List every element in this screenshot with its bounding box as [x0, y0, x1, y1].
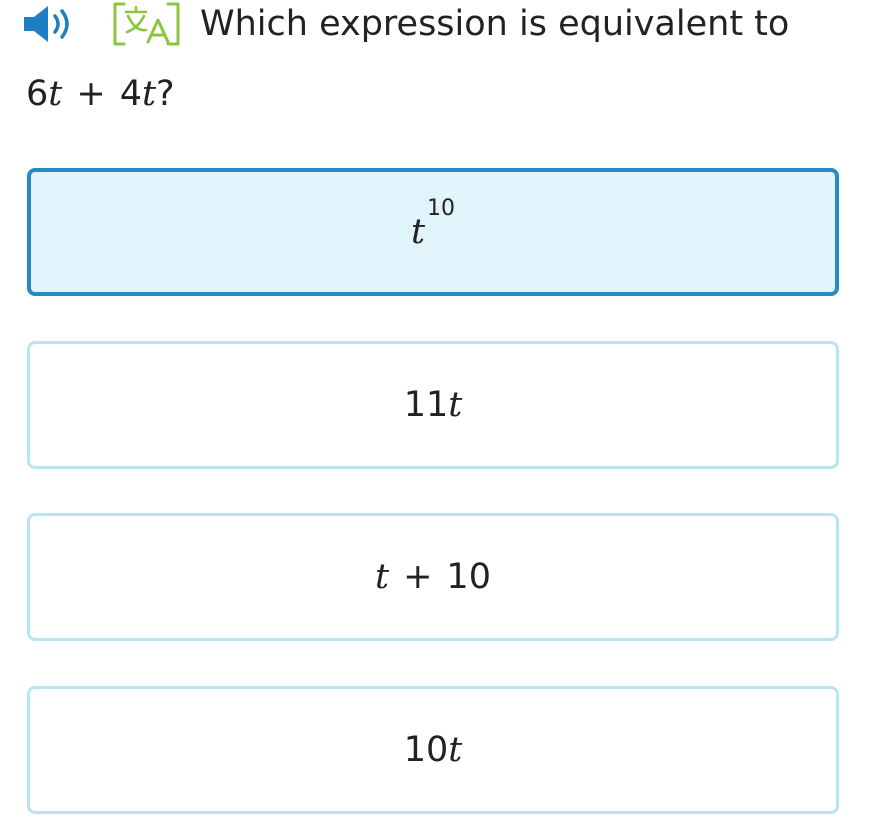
- term2-variable: t: [141, 74, 157, 114]
- term1-variable: t: [48, 74, 63, 114]
- choice-2-variable: t: [448, 385, 463, 425]
- speaker-icon[interactable]: [22, 4, 82, 44]
- answer-choice-t-plus-10[interactable]: t +10: [27, 513, 839, 641]
- answer-choice-10t[interactable]: 10 t: [27, 686, 839, 814]
- question-text: Which expression is equivalent to: [200, 4, 790, 44]
- choice-4-variable: t: [448, 730, 463, 770]
- answer-choice-11t[interactable]: 11 t: [27, 341, 839, 469]
- term2-coefficient: 4: [119, 74, 142, 114]
- question-mark: ?: [156, 74, 175, 114]
- choice-1-exponent: 10: [427, 195, 456, 221]
- plus-operator: +: [76, 74, 106, 114]
- choice-4-coefficient: 10: [403, 730, 449, 770]
- choice-3-constant: 10: [446, 557, 491, 597]
- choice-3-variable: t: [375, 557, 390, 597]
- choice-2-coefficient: 11: [403, 385, 449, 425]
- choice-3-operator: +: [403, 557, 433, 597]
- translate-icon[interactable]: [112, 2, 182, 48]
- term1-coefficient: 6: [26, 74, 49, 114]
- answer-choice-t-to-the-10[interactable]: t 10: [27, 168, 839, 296]
- question-expression: 6t +4t?: [26, 72, 175, 116]
- choice-1-base: t: [410, 212, 426, 252]
- question-header: Which expression is equivalent to: [0, 0, 895, 56]
